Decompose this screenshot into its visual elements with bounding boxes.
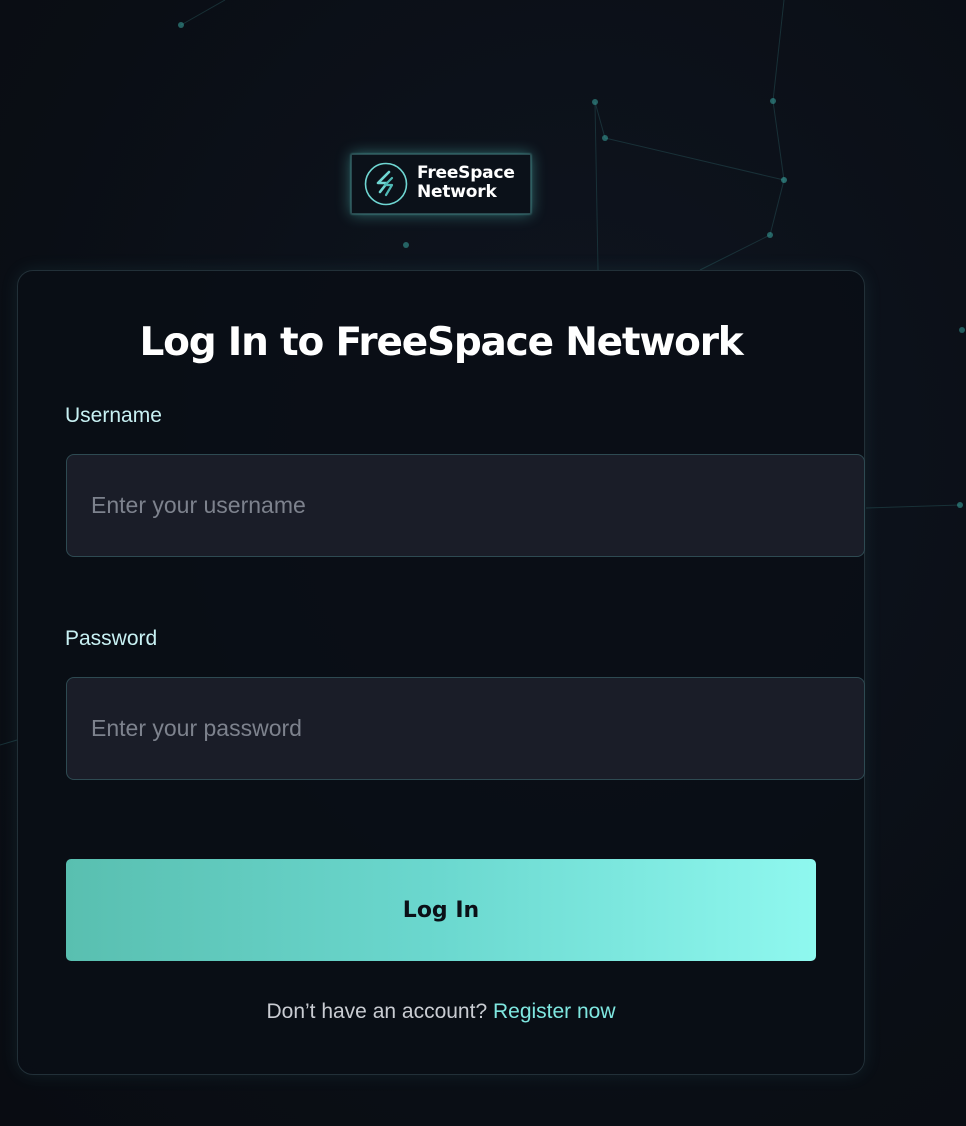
username-input[interactable]: [66, 454, 865, 557]
username-label: Username: [65, 404, 162, 427]
login-button[interactable]: Log In: [66, 859, 816, 961]
brand-name: FreeSpace Network: [417, 164, 515, 202]
freespace-logo-icon: [364, 162, 408, 206]
page-title: Log In to FreeSpace Network: [139, 320, 743, 365]
password-label: Password: [65, 627, 158, 650]
register-link[interactable]: Register now: [493, 1000, 616, 1023]
brand-name-line1: FreeSpace: [417, 163, 515, 183]
register-prompt-line: Don’t have an account? Register now: [0, 998, 882, 1026]
brand-name-line2: Network: [417, 182, 497, 202]
login-page: FreeSpace Network Log In to FreeSpace Ne…: [0, 0, 966, 1126]
register-prompt-text: Don’t have an account?: [266, 1000, 488, 1023]
brand-logo[interactable]: FreeSpace Network: [351, 154, 531, 214]
password-input[interactable]: [66, 677, 865, 780]
